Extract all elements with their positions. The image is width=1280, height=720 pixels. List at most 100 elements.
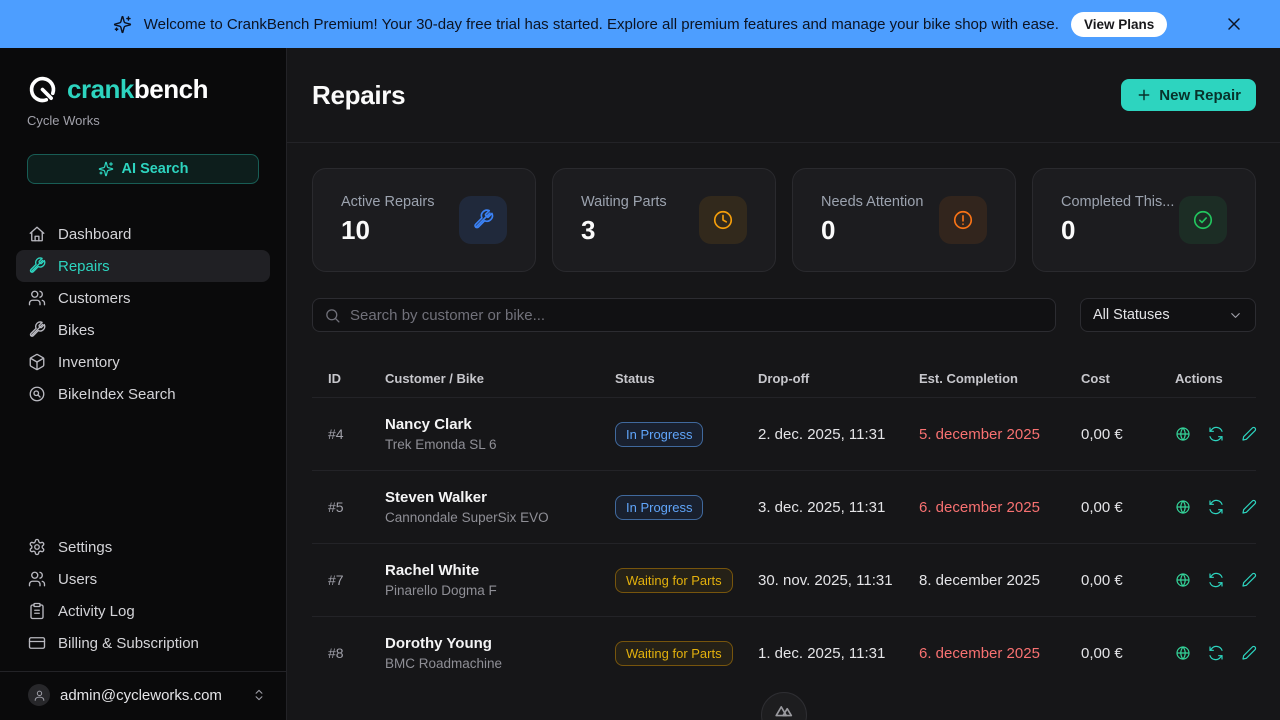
customer-bike-cell: Dorothy Young BMC Roadmachine xyxy=(385,635,615,671)
clipboard-icon xyxy=(28,602,46,620)
globe-action-button[interactable] xyxy=(1175,572,1191,588)
row-actions xyxy=(1175,572,1257,588)
refresh-status-button[interactable] xyxy=(1208,499,1224,515)
refresh-status-button[interactable] xyxy=(1208,572,1224,588)
repair-cost: 0,00 € xyxy=(1081,644,1123,662)
builder-badge[interactable] xyxy=(760,692,807,720)
sidebar-item-activity-log[interactable]: Activity Log xyxy=(16,595,270,627)
status-badge: Waiting for Parts xyxy=(615,640,733,666)
banner-close-button[interactable] xyxy=(1224,14,1244,34)
edit-repair-button[interactable] xyxy=(1241,426,1257,442)
bike-model: Cannondale SuperSix EVO xyxy=(385,510,549,525)
page-header: Repairs New Repair xyxy=(287,48,1280,143)
status-filter-value: All Statuses xyxy=(1093,307,1170,323)
status-filter-select[interactable]: All Statuses xyxy=(1080,298,1256,332)
stat-label: Waiting Parts xyxy=(581,194,667,210)
dropoff-date: 1. dec. 2025, 11:31 xyxy=(758,644,886,662)
table-row[interactable]: #7 Rachel White Pinarello Dogma F Waitin… xyxy=(312,543,1256,616)
edit-repair-button[interactable] xyxy=(1241,572,1257,588)
dropoff-date: 30. nov. 2025, 11:31 xyxy=(758,571,893,589)
sidebar: crankbench Cycle Works AI Search Dashboa… xyxy=(0,48,287,720)
chevrons-up-down-icon xyxy=(252,688,266,702)
account-menu[interactable]: admin@cycleworks.com xyxy=(0,672,286,720)
repair-cost: 0,00 € xyxy=(1081,571,1123,589)
repairs-table: ID Customer / Bike Status Drop-off Est. … xyxy=(312,359,1256,689)
row-actions xyxy=(1175,426,1257,442)
status-badge: Waiting for Parts xyxy=(615,567,733,593)
sidebar-item-billing[interactable]: Billing & Subscription xyxy=(16,627,270,659)
mountains-icon xyxy=(773,700,795,720)
customer-name: Dorothy Young xyxy=(385,635,492,652)
new-repair-label: New Repair xyxy=(1159,86,1241,104)
table-row[interactable]: #8 Dorothy Young BMC Roadmachine Waiting… xyxy=(312,616,1256,689)
user-icon xyxy=(33,689,46,702)
repair-id: #8 xyxy=(328,645,344,661)
edit-repair-button[interactable] xyxy=(1241,499,1257,515)
sidebar-item-repairs[interactable]: Repairs xyxy=(16,250,270,282)
stat-value: 10 xyxy=(341,215,370,245)
sparkles-icon xyxy=(113,15,132,34)
pencil-icon xyxy=(1241,645,1257,661)
sidebar-item-dashboard[interactable]: Dashboard xyxy=(16,218,270,250)
brand-logo[interactable]: crankbench xyxy=(0,48,286,105)
tools-icon xyxy=(28,321,46,339)
column-header-customer-bike: Customer / Bike xyxy=(385,370,484,386)
filters-row: All Statuses xyxy=(312,298,1256,332)
close-icon xyxy=(1224,14,1244,34)
plus-icon xyxy=(1136,87,1152,103)
sidebar-item-users[interactable]: Users xyxy=(16,563,270,595)
view-plans-button[interactable]: View Plans xyxy=(1070,11,1168,37)
avatar xyxy=(28,684,50,706)
repair-id: #5 xyxy=(328,499,344,515)
sidebar-item-bikes[interactable]: Bikes xyxy=(16,314,270,346)
stat-card-needs-attention: Needs Attention 0 xyxy=(792,168,1016,272)
customer-bike-cell: Steven Walker Cannondale SuperSix EVO xyxy=(385,489,615,525)
sidebar-item-bikeindex-search[interactable]: BikeIndex Search xyxy=(16,378,270,410)
table-header: ID Customer / Bike Status Drop-off Est. … xyxy=(312,359,1256,397)
refresh-icon xyxy=(1208,572,1224,588)
globe-action-button[interactable] xyxy=(1175,426,1191,442)
customer-bike-cell: Rachel White Pinarello Dogma F xyxy=(385,562,615,598)
table-row[interactable]: #4 Nancy Clark Trek Emonda SL 6 In Progr… xyxy=(312,397,1256,470)
customer-name: Nancy Clark xyxy=(385,416,472,433)
refresh-icon xyxy=(1208,426,1224,442)
chevron-down-icon xyxy=(1228,308,1243,323)
sidebar-item-label: BikeIndex Search xyxy=(58,385,176,403)
repair-id: #7 xyxy=(328,572,344,588)
status-badge: In Progress xyxy=(615,494,704,520)
trial-banner-message: Welcome to CrankBench Premium! Your 30-d… xyxy=(143,15,1059,33)
alert-circle-icon xyxy=(939,196,987,244)
est-completion-date: 5. december 2025 xyxy=(919,425,1040,443)
table-row[interactable]: #5 Steven Walker Cannondale SuperSix EVO… xyxy=(312,470,1256,543)
refresh-status-button[interactable] xyxy=(1208,426,1224,442)
stat-value: 3 xyxy=(581,215,596,245)
main-content: Repairs New Repair Active Repairs 10 Wai… xyxy=(287,48,1280,720)
sidebar-item-label: Settings xyxy=(58,538,113,556)
globe-action-button[interactable] xyxy=(1175,645,1191,661)
ai-search-button[interactable]: AI Search xyxy=(27,154,259,184)
sidebar-item-settings[interactable]: Settings xyxy=(16,531,270,563)
stat-card-completed: Completed This... 0 xyxy=(1032,168,1256,272)
bike-model: Pinarello Dogma F xyxy=(385,583,497,598)
sidebar-item-customers[interactable]: Customers xyxy=(16,282,270,314)
stat-label: Needs Attention xyxy=(821,194,924,210)
new-repair-button[interactable]: New Repair xyxy=(1121,79,1256,111)
crankbench-logo-icon xyxy=(29,76,56,103)
edit-repair-button[interactable] xyxy=(1241,645,1257,661)
sidebar-item-inventory[interactable]: Inventory xyxy=(16,346,270,378)
sidebar-bottom: Settings Users Activity Log Billing & Su… xyxy=(0,497,286,720)
globe-action-button[interactable] xyxy=(1175,499,1191,515)
home-icon xyxy=(28,225,46,243)
repair-id: #4 xyxy=(328,426,344,442)
sidebar-item-label: Users xyxy=(58,570,98,588)
column-header-dropoff: Drop-off xyxy=(758,370,810,386)
sidebar-item-label: Repairs xyxy=(58,257,110,275)
search-input[interactable] xyxy=(350,306,1044,324)
search-box xyxy=(312,298,1056,332)
row-actions xyxy=(1175,499,1257,515)
clock-icon xyxy=(699,196,747,244)
stat-card-waiting-parts: Waiting Parts 3 xyxy=(552,168,776,272)
globe-icon xyxy=(1175,499,1191,515)
refresh-status-button[interactable] xyxy=(1208,645,1224,661)
secondary-nav: Settings Users Activity Log Billing & Su… xyxy=(0,531,286,659)
